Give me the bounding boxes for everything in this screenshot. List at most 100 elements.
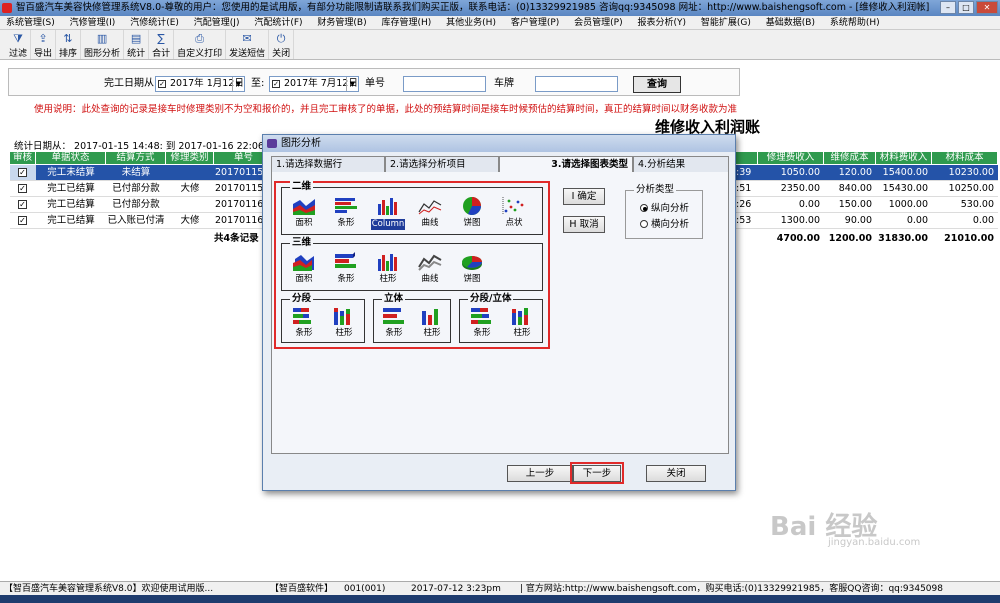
dialog-title-bar[interactable]: 图形分析 <box>263 135 735 152</box>
radio-vertical[interactable]: 纵向分析 <box>640 203 689 215</box>
date-from-checkbox[interactable]: ✓ <box>158 80 166 88</box>
cell-mcost[interactable]: 530.00 <box>932 197 998 212</box>
col-header-rcost[interactable]: 维修成本 <box>824 152 876 164</box>
cell-time[interactable]: :39 <box>736 165 758 180</box>
cell-rcost[interactable]: 120.00 <box>824 165 876 180</box>
doc-no-input[interactable] <box>403 76 486 92</box>
cell-mcost[interactable]: 10250.00 <box>932 181 998 196</box>
close-window-button[interactable]: ✕ <box>976 1 998 14</box>
menu-reports[interactable]: 报表分析(Y) <box>638 18 687 28</box>
cell-time[interactable]: :53 <box>736 213 758 228</box>
cell-repair[interactable]: 2350.00 <box>758 181 824 196</box>
chart-3d-line[interactable]: 曲线 <box>412 252 448 290</box>
menu-other[interactable]: 其他业务(H) <box>446 18 496 28</box>
chart-segsolid-column[interactable]: 柱形 <box>504 306 540 344</box>
plate-input[interactable] <box>535 76 618 92</box>
menu-help[interactable]: 系统帮助(H) <box>830 18 880 28</box>
query-button[interactable]: 查询 <box>633 76 681 93</box>
menu-system[interactable]: 系统管理(S) <box>6 18 55 28</box>
cell-status[interactable]: 完工已结算 <box>36 181 106 196</box>
tab-results[interactable]: 4.分析结果 <box>633 156 729 172</box>
chart-2d-area[interactable]: 面积 <box>286 196 322 234</box>
chart-2d-column[interactable]: Column <box>370 196 406 234</box>
row-checkbox[interactable]: ✓ <box>18 216 27 225</box>
menu-repair[interactable]: 汽修管理(I) <box>70 18 116 28</box>
col-header-mcost[interactable]: 材料成本 <box>932 152 998 164</box>
cell-mcost[interactable]: 10230.00 <box>932 165 998 180</box>
menu-finance[interactable]: 财务管理(B) <box>317 18 366 28</box>
menu-parts[interactable]: 汽配管理(J) <box>194 18 240 28</box>
cell-mat[interactable]: 15400.00 <box>876 165 932 180</box>
send-sms-button[interactable]: ✉ 发送短信 <box>226 30 270 59</box>
chart-seg-bar[interactable]: 条形 <box>286 306 322 344</box>
cell-time[interactable]: :26 <box>736 197 758 212</box>
col-header-time[interactable] <box>736 152 758 164</box>
col-header-mat[interactable]: 材料费收入 <box>876 152 932 164</box>
cell-time[interactable]: :51 <box>736 181 758 196</box>
tab-select-items[interactable]: 2.请选择分析项目 <box>385 156 499 172</box>
cell-rcost[interactable]: 840.00 <box>824 181 876 196</box>
col-header-pay[interactable]: 结算方式 <box>106 152 166 164</box>
chart-solid-bar[interactable]: 条形 <box>376 306 412 344</box>
sum-button[interactable]: ∑ 合计 <box>149 30 175 59</box>
close-button[interactable]: ⏻ 关闭 <box>269 30 295 59</box>
custom-print-button[interactable]: ⎙ 自定义打印 <box>174 30 227 59</box>
table-row[interactable]: ✓ <box>10 165 36 180</box>
cell-mat[interactable]: 0.00 <box>876 213 932 228</box>
cell-pay[interactable]: 已付部分款 <box>106 181 166 196</box>
cell-mat[interactable]: 15430.00 <box>876 181 932 196</box>
col-header-repair[interactable]: 修理费收入 <box>758 152 824 164</box>
cell-rcost[interactable]: 150.00 <box>824 197 876 212</box>
menu-repair-stats[interactable]: 汽修统计(E) <box>130 18 179 28</box>
menu-member[interactable]: 会员管理(P) <box>574 18 622 28</box>
chart-3d-area[interactable]: 面积 <box>286 252 322 290</box>
col-header-type[interactable]: 修理类别 <box>166 152 214 164</box>
filter-button[interactable]: ⧩ 过滤 <box>6 30 32 59</box>
cell-repair[interactable]: 1300.00 <box>758 213 824 228</box>
prev-step-button[interactable]: 上一步 <box>507 465 573 482</box>
chart-solid-column[interactable]: 柱形 <box>414 306 450 344</box>
radio-horizontal[interactable]: 横向分析 <box>640 219 689 231</box>
chart-2d-bar[interactable]: 条形 <box>328 196 364 234</box>
row-checkbox[interactable]: ✓ <box>18 168 27 177</box>
cell-repair[interactable]: 0.00 <box>758 197 824 212</box>
export-button[interactable]: ⇪ 导出 <box>31 30 57 59</box>
cell-type[interactable]: 大修 <box>166 181 214 196</box>
col-header-audit[interactable]: 审核 <box>10 152 36 164</box>
chart-3d-column[interactable]: 柱形 <box>370 252 406 290</box>
date-to-checkbox[interactable]: ✓ <box>272 80 280 88</box>
date-to-picker[interactable]: ✓ 2017年 7月12日 ▼ <box>269 76 359 92</box>
menu-stock[interactable]: 库存管理(H) <box>382 18 432 28</box>
tab-select-rows[interactable]: 1.请选择数据行 <box>271 156 385 172</box>
cell-type[interactable] <box>166 197 214 212</box>
row-checkbox[interactable]: ✓ <box>18 200 27 209</box>
chart-analysis-button[interactable]: ▥ 图形分析 <box>81 30 125 59</box>
cell-pay[interactable]: 未结算 <box>106 165 166 180</box>
table-row[interactable]: ✓ <box>10 197 36 212</box>
cell-pay[interactable]: 已入账已付清 <box>106 213 166 228</box>
maximize-button[interactable]: □ <box>958 1 974 14</box>
chart-2d-line[interactable]: 曲线 <box>412 196 448 234</box>
ok-button[interactable]: I 确定 <box>563 188 605 205</box>
chart-2d-scatter[interactable]: 点状 <box>496 196 532 234</box>
menu-smart[interactable]: 智能扩展(G) <box>701 18 751 28</box>
menu-parts-stats[interactable]: 汽配统计(F) <box>254 18 302 28</box>
chart-3d-bar[interactable]: 条形 <box>328 252 364 290</box>
cell-status[interactable]: 完工未结算 <box>36 165 106 180</box>
chart-2d-pie[interactable]: 饼图 <box>454 196 490 234</box>
cancel-button[interactable]: H 取消 <box>563 216 605 233</box>
next-step-button[interactable]: 下一步 <box>573 465 621 482</box>
chevron-down-icon[interactable]: ▼ <box>346 77 358 91</box>
chart-seg-column[interactable]: 柱形 <box>326 306 362 344</box>
date-from-picker[interactable]: ✓ 2017年 1月12日 ▼ <box>155 76 245 92</box>
tab-select-chart-type[interactable]: 3.请选择图表类型 <box>499 156 633 173</box>
row-checkbox[interactable]: ✓ <box>18 184 27 193</box>
cell-mcost[interactable]: 0.00 <box>932 213 998 228</box>
statistics-button[interactable]: ▤ 统计 <box>124 30 150 59</box>
cell-mat[interactable]: 1000.00 <box>876 197 932 212</box>
table-row[interactable]: ✓ <box>10 181 36 196</box>
cell-type[interactable] <box>166 165 214 180</box>
sort-button[interactable]: ⇅ 排序 <box>56 30 82 59</box>
cell-status[interactable]: 完工已结算 <box>36 213 106 228</box>
chart-3d-pie[interactable]: 饼图 <box>454 252 490 290</box>
